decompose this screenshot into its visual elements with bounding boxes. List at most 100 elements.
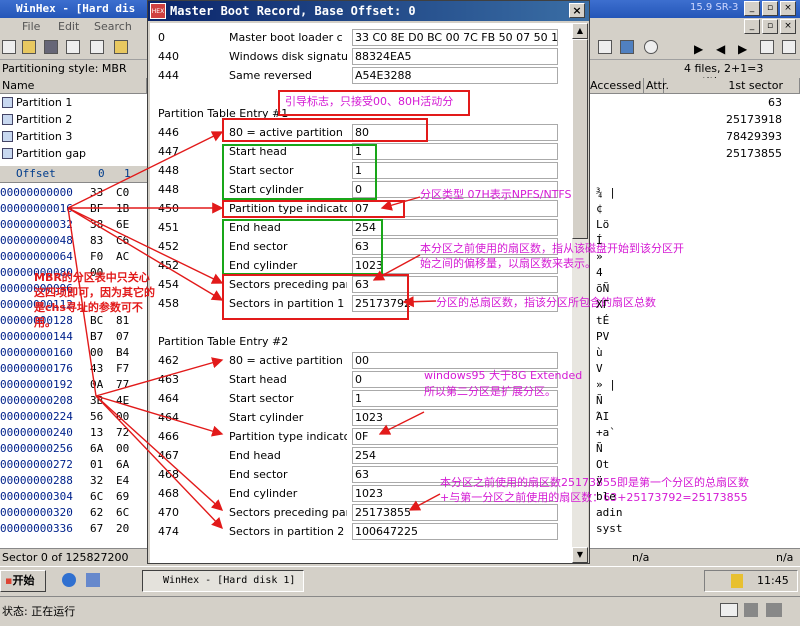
field-value[interactable]: 33 C0 8E D0 BC 00 7C FB 50 07 50 1F FC: [352, 29, 558, 46]
keyboard-icon[interactable]: [720, 603, 738, 617]
close-button[interactable]: ×: [780, 1, 796, 16]
save-icon[interactable]: [44, 40, 58, 54]
doc-restore-button[interactable]: ▫: [762, 19, 778, 34]
lock-icon[interactable]: [744, 603, 758, 617]
field-value[interactable]: 1023: [352, 409, 558, 426]
start-button[interactable]: ▪开始: [0, 570, 46, 592]
col-accessed[interactable]: Accessed: [588, 78, 644, 94]
hex-row[interactable]: 00000000192 0A 77: [0, 377, 150, 393]
hex-byte-1[interactable]: AC: [116, 249, 129, 265]
hex-byte-0[interactable]: 32: [90, 473, 103, 489]
open-icon[interactable]: [22, 40, 36, 54]
field-value[interactable]: 1: [352, 162, 558, 179]
ie-icon[interactable]: [62, 573, 76, 587]
hex-row[interactable]: 00000000320 62 6C: [0, 505, 150, 521]
hex-byte-1[interactable]: 72: [116, 425, 129, 441]
back-icon[interactable]: ◀: [716, 42, 725, 56]
hex-byte-0[interactable]: 6A: [90, 441, 103, 457]
hex-byte-0[interactable]: 56: [90, 409, 103, 425]
window-icon[interactable]: [782, 40, 796, 54]
dialog-close-button[interactable]: ×: [569, 3, 585, 18]
forward-icon[interactable]: ▶: [738, 42, 747, 56]
field-value[interactable]: A54E3288: [352, 67, 558, 84]
hex-byte-0[interactable]: 67: [90, 521, 103, 537]
minimize-button[interactable]: _: [744, 1, 760, 16]
hex-byte-0[interactable]: 83: [90, 233, 103, 249]
menu-edit[interactable]: Edit: [58, 20, 79, 33]
calculator-icon[interactable]: [620, 40, 634, 54]
hex-row[interactable]: 00000000304 6C 69: [0, 489, 150, 505]
hex-byte-1[interactable]: C0: [116, 185, 129, 201]
hex-row[interactable]: 00000000288 32 E4: [0, 473, 150, 489]
hex-byte-1[interactable]: 6A: [116, 457, 129, 473]
hex-row[interactable]: 00000000336 67 20: [0, 521, 150, 537]
desktop-icon[interactable]: [86, 573, 100, 587]
hex-byte-1[interactable]: C6: [116, 233, 129, 249]
hex-row[interactable]: 00000000224 56 00: [0, 409, 150, 425]
hex-row[interactable]: 00000000000 33 C0: [0, 185, 150, 201]
menu-search[interactable]: Search: [94, 20, 132, 33]
hex-row[interactable]: 00000000064 F0 AC: [0, 249, 150, 265]
hex-row[interactable]: 00000000272 01 6A: [0, 457, 150, 473]
col-name[interactable]: Name: [0, 78, 147, 94]
tool-icon[interactable]: [114, 40, 128, 54]
hex-byte-0[interactable]: BF: [90, 201, 103, 217]
hex-byte-0[interactable]: 00: [90, 345, 103, 361]
shield-icon[interactable]: [731, 574, 743, 588]
hex-row[interactable]: 00000000240 13 72: [0, 425, 150, 441]
hex-byte-1[interactable]: 6C: [116, 505, 129, 521]
field-value[interactable]: 25173855: [352, 504, 558, 521]
field-value[interactable]: 254: [352, 447, 558, 464]
hex-byte-0[interactable]: 0A: [90, 377, 103, 393]
go-first-icon[interactable]: ▶: [694, 42, 703, 56]
new-icon[interactable]: [2, 40, 16, 54]
hex-byte-0[interactable]: 62: [90, 505, 103, 521]
hex-byte-1[interactable]: 69: [116, 489, 129, 505]
doc-minimize-button[interactable]: _: [744, 19, 760, 34]
restore-button[interactable]: ▫: [762, 1, 778, 16]
scroll-up-icon[interactable]: ▲: [572, 23, 588, 39]
field-value[interactable]: 0F: [352, 428, 558, 445]
hex-byte-1[interactable]: F7: [116, 361, 129, 377]
col-attr[interactable]: Attr.: [644, 78, 669, 94]
hex-byte-1[interactable]: 77: [116, 377, 129, 393]
hex-byte-1[interactable]: 6E: [116, 217, 129, 233]
hex-byte-1[interactable]: 00: [116, 441, 129, 457]
network-icon[interactable]: [766, 603, 782, 617]
hex-byte-0[interactable]: 43: [90, 361, 103, 377]
hex-byte-1[interactable]: 00: [116, 409, 129, 425]
hex-byte-0[interactable]: F0: [90, 249, 103, 265]
hex-row[interactable]: 00000000256 6A 00: [0, 441, 150, 457]
field-value[interactable]: 1: [352, 143, 558, 160]
hex-byte-0[interactable]: 13: [90, 425, 103, 441]
hex-byte-0[interactable]: 38: [90, 217, 103, 233]
col-first-sector[interactable]: 1st sector: [664, 78, 800, 94]
field-value[interactable]: 88324EA5: [352, 48, 558, 65]
dialog-title-bar[interactable]: HEX Master Boot Record, Base Offset: 0 ×: [148, 1, 589, 21]
hex-row[interactable]: 00000000048 83 C6: [0, 233, 150, 249]
field-value[interactable]: 00: [352, 352, 558, 369]
scroll-down-icon[interactable]: ▼: [572, 547, 588, 563]
hex-byte-0[interactable]: B7: [90, 329, 103, 345]
properties-icon[interactable]: [90, 40, 104, 54]
search-icon[interactable]: [644, 40, 658, 54]
hex-byte-0[interactable]: 01: [90, 457, 103, 473]
scroll-thumb[interactable]: [572, 39, 588, 239]
hex-byte-1[interactable]: 20: [116, 521, 129, 537]
camera-icon[interactable]: [760, 40, 774, 54]
hex-byte-1[interactable]: 1B: [116, 201, 129, 217]
taskbar-winhex-button[interactable]: WinHex - [Hard disk 1]: [142, 570, 304, 592]
hex-byte-0[interactable]: 33: [90, 185, 103, 201]
hex-row[interactable]: 00000000176 43 F7: [0, 361, 150, 377]
print-icon[interactable]: [66, 40, 80, 54]
hex-byte-0[interactable]: 6C: [90, 489, 103, 505]
doc-close-button[interactable]: ×: [780, 19, 796, 34]
hex-byte-1[interactable]: 07: [116, 329, 129, 345]
field-value[interactable]: 100647225: [352, 523, 558, 540]
hex-byte-1[interactable]: B4: [116, 345, 129, 361]
hex-row[interactable]: 00000000016 BF 1B: [0, 201, 150, 217]
hex-row[interactable]: 00000000160 00 B4: [0, 345, 150, 361]
hex-row[interactable]: 00000000032 38 6E: [0, 217, 150, 233]
hex-byte-1[interactable]: 4E: [116, 393, 129, 409]
hex-byte-0[interactable]: 3B: [90, 393, 103, 409]
